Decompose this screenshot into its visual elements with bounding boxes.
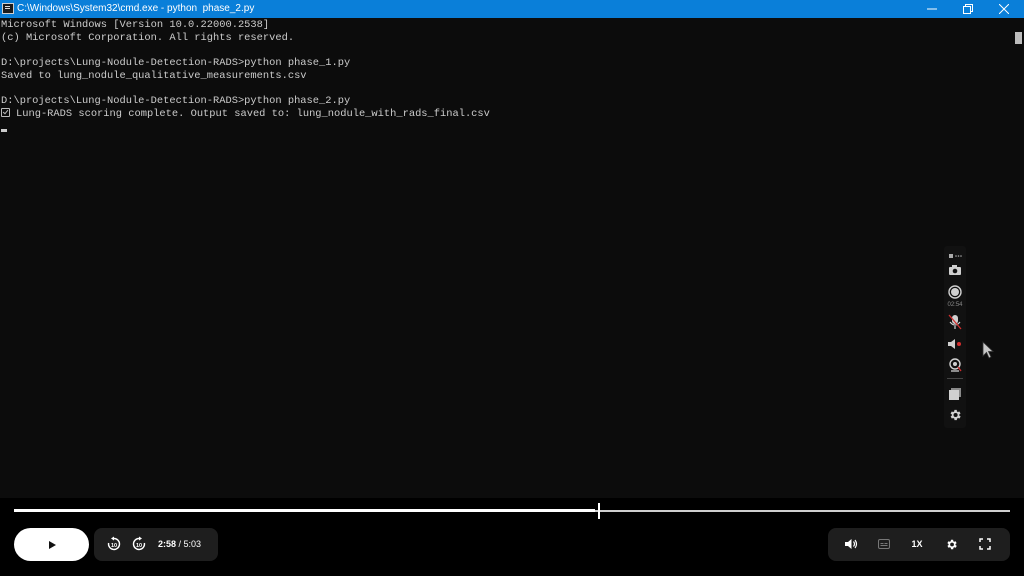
terminal-line: (c) Microsoft Corporation. All rights re… [1,32,295,44]
scrollbar-thumb[interactable] [1015,32,1022,44]
svg-text:10: 10 [136,543,142,549]
mouse-pointer-icon [982,341,994,359]
playback-controls: 10 10 2:58 / 5:03 [94,528,218,561]
speaker-icon [948,339,961,349]
forward-10-icon[interactable]: 10 [131,536,147,552]
restore-button[interactable] [950,0,986,18]
terminal-output[interactable]: Microsoft Windows [Version 10.0.22000.25… [0,18,1012,498]
time-display: 2:58 / 5:03 [158,539,201,549]
webcam-button[interactable] [947,357,963,373]
volume-icon [845,539,858,549]
microphone-icon [948,314,962,330]
player-options: 1X [828,528,1010,561]
capture-settings-button[interactable] [947,407,963,423]
captions-icon [878,539,890,549]
terminal-line-check: Lung-RADS scoring complete. Output saved… [1,108,490,120]
cmd-icon [2,3,14,14]
progress-fill [14,509,596,512]
volume-button[interactable] [843,536,859,552]
title-bar: C:\Windows\System32\cmd.exe - python pha… [0,0,1024,18]
terminal-line-text: Lung-RADS scoring complete. Output saved… [16,108,490,120]
close-icon [999,4,1009,14]
close-button[interactable] [986,0,1022,18]
camera-icon [949,265,961,275]
speed-label: 1X [911,539,923,549]
recording-timer: 02:54 [947,302,963,308]
settings-icon [946,539,957,549]
captions-button[interactable] [876,536,892,552]
scrollbar[interactable] [1012,18,1024,498]
fullscreen-icon [979,538,991,550]
terminal-line: Microsoft Windows [Version 10.0.22000.25… [1,19,270,31]
webcam-icon [949,358,962,372]
record-icon [948,285,962,299]
gear-icon [950,409,961,421]
microphone-button[interactable] [947,314,963,330]
window-icon [949,388,961,400]
check-box-icon [1,108,10,117]
rewind-10-icon[interactable]: 10 [106,536,122,552]
play-button[interactable] [14,528,89,561]
record-button[interactable] [947,284,963,300]
text-cursor [1,129,7,132]
window-capture-button[interactable] [947,386,963,402]
progress-scrubber[interactable] [598,503,601,519]
restore-icon [963,4,973,14]
terminal-line: Saved to lung_nodule_qualitative_measure… [1,70,307,82]
terminal-line: D:\projects\Lung-Nodule-Detection-RADS>p… [1,95,351,107]
svg-text:10: 10 [111,543,117,549]
capture-toolbar: 02:54 [944,246,966,428]
settings-button[interactable] [943,536,959,552]
play-icon [48,540,56,549]
window-title: C:\Windows\System32\cmd.exe - python pha… [17,3,255,14]
minimize-button[interactable] [914,0,950,18]
screenshot-button[interactable] [947,262,963,278]
current-time: 2:58 [158,539,177,549]
duration: / 5:03 [178,539,202,549]
toolbar-divider [947,378,963,379]
speed-button[interactable]: 1X [909,536,925,552]
fullscreen-button[interactable] [977,536,993,552]
terminal-line: D:\projects\Lung-Nodule-Detection-RADS>p… [1,57,351,69]
system-audio-button[interactable] [947,336,963,352]
minimize-icon [927,8,937,10]
more-icon [949,254,962,258]
